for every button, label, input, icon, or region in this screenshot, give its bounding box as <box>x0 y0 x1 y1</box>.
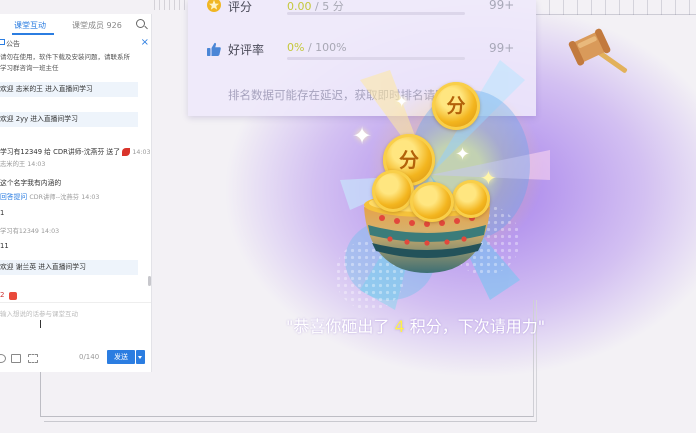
result-prefix: "恭喜你砸出了 <box>286 317 395 336</box>
chat-message: 1 <box>0 209 5 217</box>
system-message: 欢迎 志米的王 进入直播间学习 <box>0 82 138 97</box>
star-badge-icon <box>207 0 221 12</box>
chat-tabs: 课堂互动 课堂成员 926 <box>0 14 151 37</box>
notice-icon <box>0 39 5 45</box>
close-icon[interactable]: × <box>141 37 149 48</box>
top-ruler-left <box>150 0 185 10</box>
notice-title: 公告 <box>6 40 20 48</box>
tab-interaction[interactable]: 课堂互动 <box>14 20 46 31</box>
result-number: 4 <box>394 317 405 336</box>
gavel-icon <box>568 28 628 73</box>
sender-name: 学习有12349 <box>0 228 39 235</box>
active-tab-indicator <box>12 33 54 35</box>
search-icon[interactable] <box>136 19 145 28</box>
reward-result-text: "恭喜你砸出了 4 积分，下次请用力" <box>286 313 545 337</box>
flower-icon <box>122 148 131 156</box>
answer-tag: 回答提问 <box>0 193 28 201</box>
tab-members[interactable]: 课堂成员 926 <box>72 20 122 31</box>
rating-row: 评分 0.00 / 5 分 99+ <box>188 0 536 18</box>
gift-message: 学习有12349 给 CDR讲师-沈燕芬 送了 14:03 <box>0 146 151 156</box>
system-message: 欢迎 谢兰英 进入直播间学习 <box>0 260 138 275</box>
text-cursor <box>40 320 41 328</box>
red-packet-icon[interactable] <box>9 292 17 300</box>
image-icon[interactable] <box>11 354 21 363</box>
rating-rank: 99+ <box>489 0 515 12</box>
notice-line: 学习群咨询一班主任 <box>0 64 59 72</box>
screenshot-icon[interactable] <box>28 354 38 363</box>
teacher-name: CDR讲师--沈燕芬 <box>29 194 80 201</box>
sparkle-icon: ✦ <box>395 92 409 111</box>
chat-message: 这个名字我有内涵的 <box>0 179 62 187</box>
send-button[interactable]: 发送 <box>107 350 135 364</box>
message-time: 14:03 <box>40 228 60 235</box>
chat-message: 11 <box>0 242 9 250</box>
send-options-dropdown[interactable] <box>136 350 145 364</box>
coin-left <box>372 170 414 212</box>
sparkle-icon: ✦ <box>455 144 471 165</box>
sender-name: 志米的王 <box>0 161 26 168</box>
top-ruler <box>536 0 696 15</box>
rating-progress-bar <box>287 12 465 15</box>
message-sender: 学习有12349 14:03 <box>0 226 59 235</box>
gift-message-text: 学习有12349 给 CDR讲师-沈燕芬 送了 <box>0 148 121 156</box>
coin-center <box>410 182 454 222</box>
rating-label: 评分 <box>228 0 253 14</box>
message-time: 14:03 <box>27 161 46 168</box>
result-suffix: 积分，下次请用力" <box>404 317 546 336</box>
approval-score-value: 0% <box>287 41 305 54</box>
notice-body: 请勿在使用，软件下载及安装问题，请联系所 学习群咨询一班主任 <box>0 52 148 74</box>
char-counter: 0/140 <box>79 353 100 361</box>
emoji-count: 2 <box>0 291 5 299</box>
chat-panel: 课堂互动 课堂成员 926 公告 × 请勿在使用，软件下载及安装问题，请联系所 … <box>0 14 152 372</box>
sparkle-icon: ✦ <box>480 166 497 190</box>
message-sender: 志米的王 14:03 <box>0 159 45 168</box>
sparkle-icon: ✦ <box>352 122 373 150</box>
thumbs-up-icon <box>207 42 221 56</box>
scrollbar-thumb[interactable] <box>148 276 151 286</box>
chat-input-placeholder[interactable]: 输入想说的话参与课堂互动 <box>0 308 78 318</box>
notice-header: 公告 × <box>0 36 151 50</box>
coin-top: 分 <box>432 82 480 130</box>
system-message: 欢迎 2yy 进入直播间学习 <box>0 112 138 127</box>
notice-line: 请勿在使用，软件下载及安装问题，请联系所 <box>0 53 130 61</box>
approval-label: 好评率 <box>228 43 265 57</box>
message-time: 14:03 <box>132 149 151 156</box>
answer-message: 回答提问 CDR讲师--沈燕芬 14:03 <box>0 191 99 201</box>
message-time: 14:03 <box>81 194 100 201</box>
